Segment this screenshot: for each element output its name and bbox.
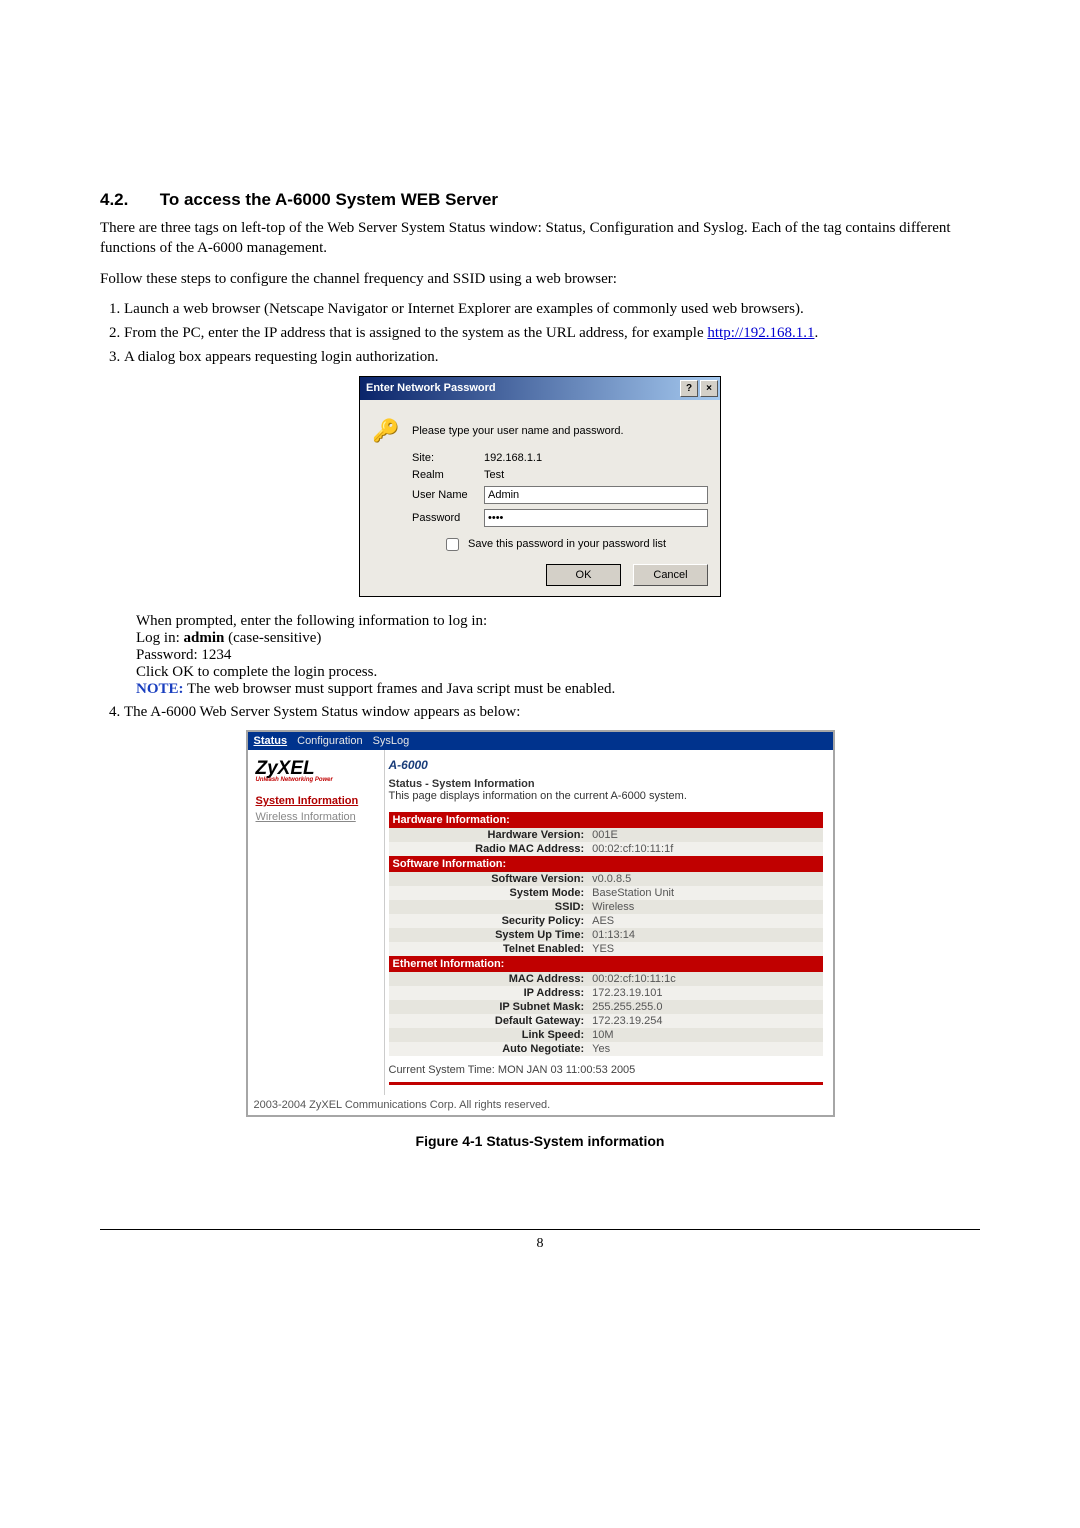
status-window: Status Configuration SysLog ZyXEL Unleas… [246,730,835,1117]
dialog-titlebar: Enter Network Password ? × [360,377,720,400]
login-line-2: Log in: admin (case-sensitive) [136,630,980,647]
red-divider [389,1082,823,1085]
page-number: 8 [100,1229,980,1252]
model-label: A-6000 [389,758,823,772]
copyright-line: 2003-2004 ZyXEL Communications Corp. All… [248,1095,833,1115]
intro-paragraph-1: There are three tags on left-top of the … [100,218,980,259]
login-line-3: Password: 1234 [136,647,980,664]
steps-list-continued: The A-6000 Web Server System Status wind… [100,702,980,722]
status-description: This page displays information on the cu… [389,790,823,802]
current-system-time: Current System Time: MON JAN 03 11:00:53… [389,1064,823,1076]
help-icon[interactable]: ? [680,380,698,397]
save-password-checkbox[interactable] [446,538,459,551]
status-title: Status - System Information [389,778,823,790]
tab-status[interactable]: Status [254,735,288,747]
note-line: NOTE: The web browser must support frame… [136,681,980,698]
eth-section-header: Ethernet Information: [389,956,823,972]
tab-syslog[interactable]: SysLog [373,735,410,747]
save-password-label: Save this password in your password list [468,538,666,550]
username-label: User Name [412,489,484,501]
sidebar: ZyXEL Unleash Networking Power System In… [248,750,384,1095]
sw-section-header: Software Information: [389,856,823,872]
intro-paragraph-2: Follow these steps to configure the chan… [100,269,980,289]
figure-caption: Figure 4-1 Status-System information [100,1133,980,1149]
site-value: 192.168.1.1 [484,452,708,464]
site-label: Site: [412,452,484,464]
login-dialog: Enter Network Password ? × 🔑 Please type… [359,376,721,597]
step-2: From the PC, enter the IP address that i… [124,323,980,343]
cancel-button[interactable]: Cancel [633,564,708,586]
section-number: 4.2. [100,190,155,210]
steps-list: Launch a web browser (Netscape Navigator… [100,299,980,368]
step-3: A dialog box appears requesting login au… [124,347,980,367]
password-label: Password [412,512,484,524]
section-heading: 4.2. To access the A-6000 System WEB Ser… [100,190,980,210]
realm-value: Test [484,469,708,481]
brand-logo: ZyXEL Unleash Networking Power [256,758,378,783]
section-title: To access the A-6000 System WEB Server [160,190,498,209]
url-link[interactable]: http://192.168.1.1 [707,325,814,341]
sidebar-item-wireless-information[interactable]: Wireless Information [256,811,378,823]
sidebar-item-system-information[interactable]: System Information [256,795,378,807]
key-icon: 🔑 [370,415,402,447]
username-input[interactable] [484,486,708,504]
tab-configuration[interactable]: Configuration [297,735,362,747]
dialog-title: Enter Network Password [366,382,496,394]
step-1: Launch a web browser (Netscape Navigator… [124,299,980,319]
close-icon[interactable]: × [700,380,718,397]
password-input[interactable] [484,509,708,527]
realm-label: Realm [412,469,484,481]
hw-section-header: Hardware Information: [389,812,823,828]
tab-bar: Status Configuration SysLog [248,732,833,750]
eth-table: MAC Address:00:02:cf:10:11:1c IP Address… [389,972,823,1056]
dialog-prompt: Please type your user name and password. [412,425,624,437]
ok-button[interactable]: OK [546,564,621,586]
note-label: NOTE: [136,681,184,697]
sw-table: Software Version:v0.0.8.5 System Mode:Ba… [389,872,823,956]
login-instructions: When prompted, enter the following infor… [136,613,980,698]
login-line-4: Click OK to complete the login process. [136,664,980,681]
step-4: The A-6000 Web Server System Status wind… [124,702,980,722]
hw-table: Hardware Version:001E Radio MAC Address:… [389,828,823,856]
login-line-1: When prompted, enter the following infor… [136,613,980,630]
